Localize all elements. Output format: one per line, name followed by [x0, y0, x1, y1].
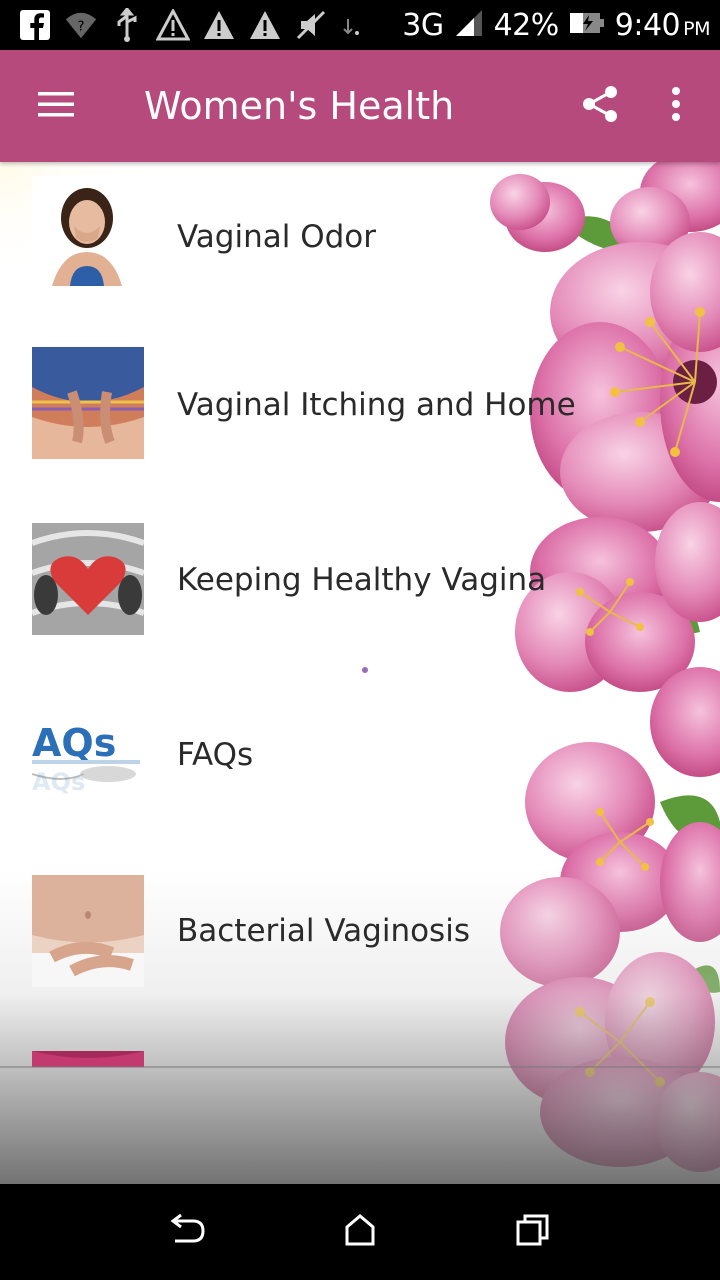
page-title: Women's Health [144, 84, 455, 128]
item-thumbnail [32, 1051, 144, 1067]
navigation-bar [0, 1184, 720, 1280]
overflow-menu-button[interactable] [640, 50, 712, 162]
item-thumbnail [32, 875, 144, 987]
item-thumbnail [32, 347, 144, 459]
list-divider [0, 1066, 720, 1068]
network-type: 3G [402, 7, 444, 43]
battery-icon [569, 11, 605, 40]
mute-icon [294, 8, 328, 42]
clock: 9:40 PM [614, 7, 711, 43]
svg-text:AQs: AQs [32, 768, 85, 796]
item-thumbnail [32, 523, 144, 635]
recents-button[interactable] [493, 1192, 573, 1272]
list-item[interactable]: Keeping Healthy Vagina [0, 505, 720, 655]
item-label: Keeping Healthy Vagina [177, 562, 547, 598]
warning-icon [202, 8, 236, 42]
content-area: Vaginal Odor Vaginal Itching and Home Ke… [0, 162, 720, 1184]
item-label: Vaginal Odor [177, 219, 376, 255]
home-button[interactable] [320, 1192, 400, 1272]
back-icon [167, 1213, 207, 1252]
svg-text:?: ? [77, 20, 84, 35]
recents-icon [515, 1212, 551, 1253]
data-arrows-icon [340, 8, 364, 42]
flower-background [0, 162, 720, 1172]
usb-icon [110, 8, 144, 42]
share-icon [580, 84, 620, 129]
signal-icon [454, 8, 484, 43]
svg-text:AQs: AQs [32, 721, 116, 765]
clock-suffix: PM [683, 17, 710, 40]
share-button[interactable] [560, 50, 640, 162]
item-thumbnail [32, 176, 142, 286]
wifi-question-icon: ? [64, 8, 98, 42]
back-button[interactable] [147, 1192, 227, 1272]
battery-percentage: 42% [493, 7, 560, 43]
list-item[interactable]: Vaginal Odor [0, 162, 720, 312]
item-label: FAQs [177, 737, 254, 773]
warning-icon [248, 8, 282, 42]
item-thumbnail: AQs AQs [32, 698, 140, 810]
item-label: Vaginal Itching and Home [177, 387, 576, 423]
list-item[interactable]: Bacterial Vaginosis [0, 856, 720, 1006]
facebook-icon [18, 8, 52, 42]
home-icon [343, 1213, 377, 1252]
list-item[interactable]: Vaginal Itching and Home [0, 330, 720, 480]
clock-time: 9:40 [614, 7, 681, 43]
menu-icon [36, 89, 76, 124]
status-bar: ? 3G 42% 9:40 PM [0, 0, 720, 50]
item-label: Bacterial Vaginosis [177, 913, 470, 949]
overflow-menu-icon [670, 86, 682, 127]
list-item[interactable]: AQs AQs FAQs [0, 680, 720, 830]
menu-button[interactable] [16, 50, 96, 162]
app-bar: Women's Health [0, 50, 720, 162]
warning-icon [156, 8, 190, 42]
